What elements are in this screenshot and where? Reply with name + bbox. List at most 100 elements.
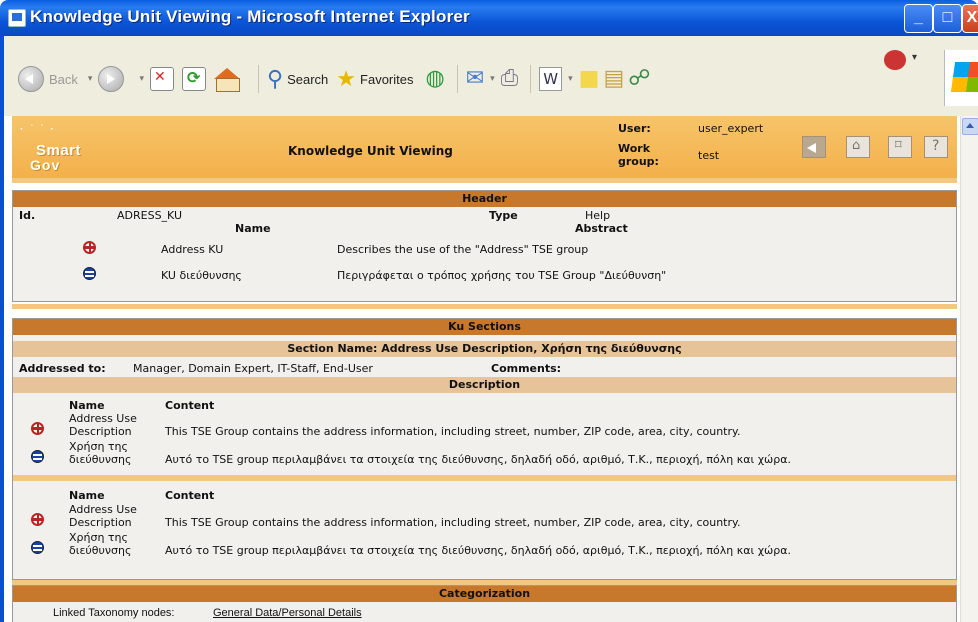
type-label: Type (489, 209, 518, 222)
back-arrow-icon (18, 66, 44, 92)
favorites-label: Favorites (360, 71, 414, 87)
uk-flag-icon (31, 513, 44, 526)
favorites-star-icon: ★ (336, 66, 357, 91)
addressed-to-value: Manager, Domain Expert, IT-Staff, End-Us… (133, 362, 373, 375)
research-icon[interactable]: ▤ (603, 68, 624, 90)
ku-sections: Ku Sections Section Name: Address Use De… (12, 318, 957, 580)
ku-abstract-en: Describes the use of the "Address" TSE g… (337, 243, 589, 256)
logout-button[interactable] (888, 136, 912, 158)
page-title: Knowledge Unit Viewing (288, 144, 453, 158)
section-name-bar: Section Name: Address Use Description, Χ… (13, 341, 956, 357)
search-icon: ⚲ (266, 66, 284, 91)
block2-row1-name2: Description (69, 516, 132, 529)
block2-row1-name: Address Use (69, 503, 137, 516)
edit-dropdown-icon[interactable]: ▾ (568, 74, 573, 84)
block1-row1-name2: Description (69, 425, 132, 438)
block1-row2-name: Χρήση της (69, 440, 128, 453)
back-button[interactable]: Back (18, 66, 78, 92)
minimize-button[interactable]: _ (904, 4, 933, 33)
print-icon[interactable]: ⎙ (501, 68, 519, 90)
windows-logo-icon (944, 50, 978, 106)
block2-content-header: Content (165, 489, 215, 502)
page-content: · ˙ ˙ · Smart Gov Knowledge Unit Viewing… (0, 116, 978, 622)
block1-name-header: Name (69, 399, 105, 412)
messenger-icon[interactable]: ☍ (628, 68, 650, 90)
toolbar-divider (456, 65, 458, 93)
refresh-icon[interactable] (181, 67, 206, 91)
uk-flag-icon (83, 241, 96, 254)
categorization-section: Categorization Linked Taxonomy nodes: Ge… (12, 585, 957, 622)
ie-page-icon (8, 9, 26, 27)
uk-flag-icon (31, 422, 44, 435)
close-button[interactable]: X (962, 4, 978, 33)
user-label: User: (618, 122, 651, 135)
categorization-bar: Categorization (13, 586, 956, 602)
forward-button[interactable] (98, 66, 129, 92)
block-divider (13, 475, 956, 481)
header-bar: Header (13, 191, 956, 207)
greek-flag-icon (83, 267, 96, 280)
linked-taxonomy-label: Linked Taxonomy nodes: (53, 607, 175, 619)
scroll-up-icon[interactable] (962, 118, 978, 135)
greek-flag-icon (31, 541, 44, 554)
description-bar: Description (13, 377, 956, 393)
block2-row2-name2: διεύθυνσης (69, 544, 132, 557)
help-button[interactable] (924, 136, 948, 158)
window-title: Knowledge Unit Viewing - Microsoft Inter… (30, 7, 470, 26)
back-label: Back (49, 71, 78, 87)
home-button[interactable] (846, 136, 870, 158)
addressed-to-label: Addressed to: (19, 362, 106, 375)
user-value: user_expert (698, 122, 764, 135)
header-divider (12, 178, 957, 183)
id-label: Id. (19, 209, 36, 222)
block1-row1-content: This TSE Group contains the address info… (165, 425, 741, 438)
block1-row2-name2: διεύθυνσης (69, 453, 132, 466)
mail-dropdown-icon[interactable]: ▾ (490, 74, 495, 84)
vertical-scrollbar[interactable] (960, 116, 978, 622)
app-header: · ˙ ˙ · Smart Gov Knowledge Unit Viewing… (12, 116, 957, 178)
forward-arrow-icon (98, 66, 125, 92)
ku-sections-bar: Ku Sections (13, 319, 956, 335)
block1-row2-content: Αυτό το TSE group περιλαμβάνει τα στοιχε… (165, 453, 791, 466)
favorites-button[interactable]: ★ Favorites (336, 68, 413, 90)
block2-row2-name: Χρήση της (69, 531, 128, 544)
search-label: Search (287, 71, 329, 87)
back-arrow-button[interactable] (802, 136, 826, 158)
toolbar-divider (257, 65, 259, 93)
workgroup-value: test (698, 149, 720, 162)
comments-label: Comments: (491, 362, 562, 375)
stop-icon[interactable] (149, 67, 174, 91)
greek-flag-icon (31, 450, 44, 463)
window-border (0, 116, 4, 622)
block2-row1-content: This TSE Group contains the address info… (165, 516, 741, 529)
abstract-header: Abstract (575, 222, 628, 235)
discuss-note-icon[interactable]: ■ (579, 68, 600, 90)
type-value: Help (585, 209, 611, 222)
name-header: Name (235, 222, 271, 235)
media-icon[interactable]: ◍ (426, 68, 445, 90)
window-title-bar[interactable]: Knowledge Unit Viewing - Microsoft Inter… (0, 0, 978, 36)
header-section: Header Id. ADRESS_KU Type Help Name Abst… (12, 190, 957, 302)
linked-taxonomy-link[interactable]: General Data/Personal Details (213, 607, 362, 619)
block1-row1-name: Address Use (69, 412, 137, 425)
edit-word-icon[interactable]: W (539, 67, 563, 91)
block1-content-header: Content (165, 399, 215, 412)
workgroup-label-2: group: (618, 155, 659, 168)
maximize-button[interactable]: □ (933, 4, 962, 33)
ku-abstract-el: Περιγράφεται ο τρόπος χρήσης του TSE Gro… (337, 269, 667, 282)
id-value: ADRESS_KU (117, 209, 183, 222)
pdf-icon[interactable] (882, 46, 917, 74)
back-dropdown-icon[interactable]: ▾ (88, 74, 93, 84)
workgroup-label: Work (618, 142, 651, 155)
block2-name-header: Name (69, 489, 105, 502)
ku-name-el: KU διεύθυνσης (161, 269, 242, 282)
smartgov-logo: · ˙ ˙ · Smart Gov (20, 124, 82, 173)
home-icon[interactable] (213, 68, 242, 92)
block2-row2-content: Αυτό το TSE group περιλαμβάνει τα στοιχε… (165, 544, 791, 557)
browser-toolbar: Back ▾ ▾ ⚲ Search ★ Favorites ◍ ✉ ▾ ⎙ W … (0, 36, 978, 116)
toolbar-divider (530, 65, 532, 93)
mail-icon[interactable]: ✉ (466, 68, 484, 90)
forward-dropdown-icon[interactable]: ▾ (139, 74, 144, 84)
ku-name-en: Address KU (161, 243, 224, 256)
search-button[interactable]: ⚲ Search (267, 68, 328, 90)
